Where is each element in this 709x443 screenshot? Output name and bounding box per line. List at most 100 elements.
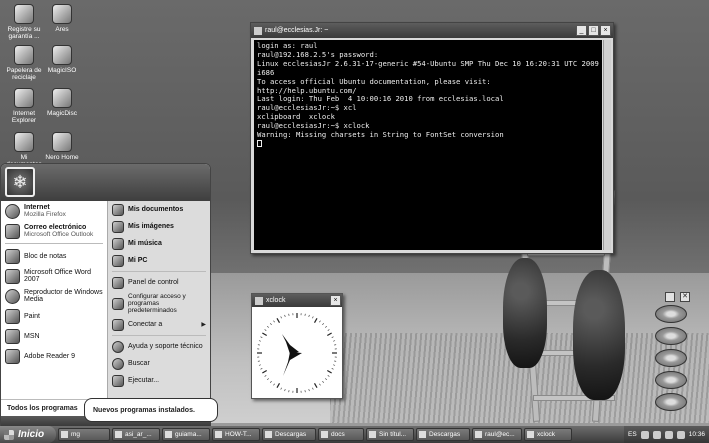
close-button[interactable]: ×: [600, 25, 611, 36]
clock-tick: [333, 364, 336, 366]
start-item-ejecutar[interactable]: Ejecutar...: [108, 372, 210, 389]
taskbar-button[interactable]: guiama...: [162, 428, 210, 441]
terminal-window[interactable]: raul@ecclesias.Jr: ~ _ □ × login as: rau…: [250, 22, 614, 254]
start-item-panel-control[interactable]: Panel de control: [108, 274, 210, 291]
start-item-word[interactable]: Microsoft Office Word 2007: [1, 266, 107, 286]
widget-close-button[interactable]: ✕: [680, 292, 690, 302]
taskbar-button[interactable]: Descargas: [416, 428, 470, 441]
terminal-line: Linux ecclesiasJr 2.6.31-17-generic #54-…: [257, 58, 599, 68]
terminal-titlebar[interactable]: raul@ecclesias.Jr: ~ _ □ ×: [251, 23, 613, 38]
start-item-adobe-reader[interactable]: Adobe Reader 9: [1, 346, 107, 366]
clock-tick: [331, 336, 334, 338]
start-item-mi-pc[interactable]: Mi PC: [108, 252, 210, 269]
language-indicator[interactable]: ES: [628, 431, 637, 438]
clock-tick: [270, 323, 272, 325]
clock-tick: [331, 368, 334, 370]
search-icon: [112, 357, 124, 370]
separator: [112, 335, 206, 336]
desktop-icon-magiciso[interactable]: MagicISO: [40, 45, 84, 74]
chili-bunch: [573, 270, 625, 400]
clock-tick: [319, 320, 321, 323]
document-icon: [369, 431, 376, 438]
adobe-reader-icon: [5, 348, 20, 364]
disc-widget[interactable]: [655, 371, 687, 389]
start-menu-places: Mis documentos Mis imágenes Mi música Mi…: [107, 201, 210, 426]
terminal-scrollbar[interactable]: [603, 40, 611, 250]
putty-icon: [254, 26, 262, 35]
taskbar-button[interactable]: xclock: [524, 428, 572, 441]
clock-tick: [276, 318, 281, 323]
music-folder-icon: [112, 237, 124, 250]
start-button[interactable]: Inicio: [0, 426, 56, 443]
desktop-icon-nero-home[interactable]: Nero Home: [40, 132, 84, 161]
taskbar-button[interactable]: raul@ec...: [472, 428, 522, 441]
media-player-icon: [5, 288, 20, 304]
volume-icon[interactable]: [652, 430, 661, 439]
desktop-icon-ares[interactable]: Ares: [40, 4, 84, 33]
clock-tick: [325, 326, 327, 328]
taskbar-button[interactable]: HOW-T...: [212, 428, 260, 441]
start-item-ayuda[interactable]: Ayuda y soporte técnico: [108, 338, 210, 355]
clock-tick: [327, 329, 330, 331]
start-item-conectar-a[interactable]: Conectar a ▶: [108, 316, 210, 333]
start-item-configurar-acceso[interactable]: Configurar acceso y programas predetermi…: [108, 291, 210, 316]
messenger-icon[interactable]: [676, 430, 685, 439]
taskbar-button[interactable]: mg: [58, 428, 110, 441]
desktop-icon-magicdisc[interactable]: MagicDisc: [40, 88, 84, 117]
tray-clock[interactable]: 10:36: [689, 431, 705, 438]
start-item-paint[interactable]: Paint: [1, 306, 107, 326]
start-item-email[interactable]: Correo electrónico Microsoft Office Outlo…: [1, 221, 107, 241]
terminal-cursor: [257, 139, 262, 147]
clock-tick: [273, 383, 275, 386]
x-icon: [527, 431, 534, 438]
terminal-icon: [475, 431, 482, 438]
terminal-line: Warning: Missing charsets in String to F…: [257, 130, 504, 140]
start-menu-header: ❄: [1, 164, 210, 201]
network-icon: [112, 318, 124, 331]
minimize-button[interactable]: _: [576, 25, 587, 36]
start-item-buscar[interactable]: Buscar: [108, 355, 210, 372]
start-item-msn[interactable]: MSN: [1, 326, 107, 346]
disc-widget[interactable]: [655, 305, 687, 323]
terminal-screen[interactable]: login as: raul raul@192.168.2.5's passwor…: [254, 40, 602, 250]
clock-tick: [333, 340, 336, 342]
clock-tick: [270, 381, 272, 383]
widget-minimize-button[interactable]: [665, 292, 675, 302]
antivirus-icon[interactable]: [664, 430, 673, 439]
documents-folder-icon: [14, 132, 34, 152]
clock-tick: [327, 375, 330, 377]
start-item-mi-musica[interactable]: Mi música: [108, 235, 210, 252]
magiciso-icon: [52, 45, 72, 65]
close-button[interactable]: ×: [330, 295, 341, 306]
document-icon: [215, 431, 222, 438]
taskbar-button[interactable]: asi_ar_...: [112, 428, 160, 441]
disc-widget[interactable]: [655, 327, 687, 345]
taskbar-button[interactable]: Descargas: [262, 428, 316, 441]
separator: [5, 243, 103, 244]
start-menu[interactable]: ❄ Internet Mozilla Firefox Correo electró…: [0, 163, 211, 427]
disc-widget[interactable]: [655, 393, 687, 411]
start-item-mis-imagenes[interactable]: Mis imágenes: [108, 218, 210, 235]
clock-tick: [322, 323, 324, 325]
start-item-internet[interactable]: Internet Mozilla Firefox: [1, 201, 107, 221]
msn-icon: [5, 328, 20, 344]
network-icon[interactable]: [640, 430, 649, 439]
xclock-window[interactable]: xclock ×: [251, 293, 343, 399]
disc-widget[interactable]: [655, 349, 687, 367]
start-item-mis-documentos[interactable]: Mis documentos: [108, 201, 210, 218]
clock-tick: [267, 326, 269, 328]
user-avatar[interactable]: ❄: [5, 167, 35, 197]
xclock-titlebar[interactable]: xclock ×: [252, 294, 342, 307]
notepad-icon: [5, 248, 20, 264]
start-item-notepad[interactable]: Bloc de notas: [1, 246, 107, 266]
maximize-button[interactable]: □: [588, 25, 599, 36]
folder-icon: [321, 431, 328, 438]
start-menu-programs: Internet Mozilla Firefox Correo electróni…: [1, 201, 107, 426]
taskbar-button[interactable]: Sin títul...: [366, 428, 414, 441]
clock-tick: [264, 375, 267, 377]
start-item-media-player[interactable]: Reproductor de Windows Media: [1, 286, 107, 306]
clock-tick: [260, 368, 263, 370]
clock-tick: [319, 383, 321, 386]
taskbar-button[interactable]: docs: [318, 428, 364, 441]
clock-tick: [264, 329, 267, 331]
